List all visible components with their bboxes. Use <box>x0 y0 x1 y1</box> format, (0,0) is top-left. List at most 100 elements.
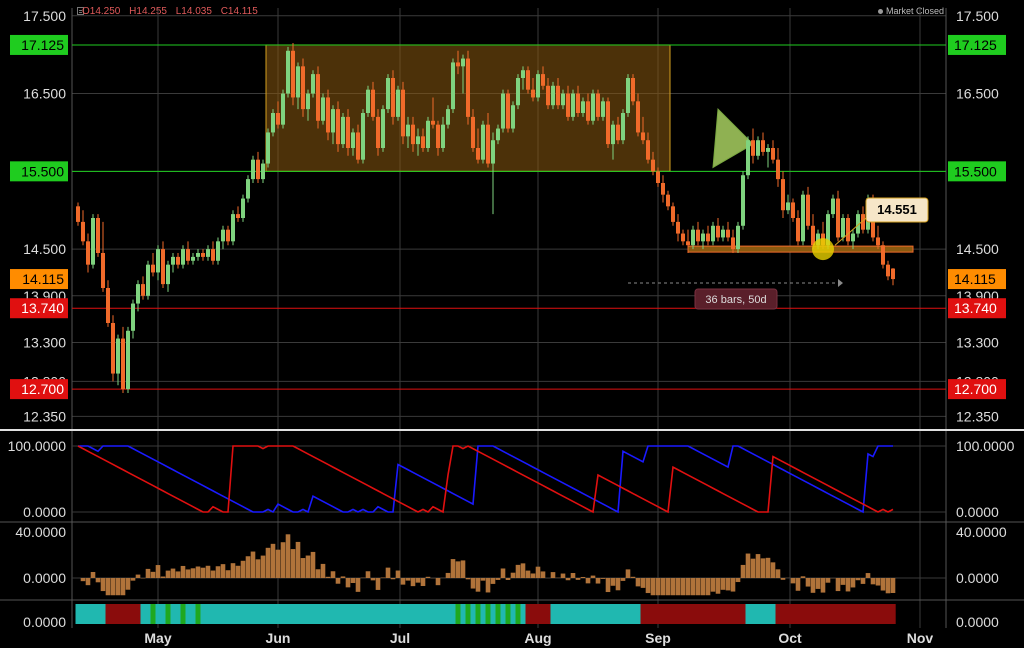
candle-body <box>301 66 305 110</box>
histogram-bar <box>750 558 756 578</box>
price-tick-right: 16.500 <box>956 86 999 102</box>
ribbon-cell <box>625 604 631 624</box>
ribbon-cell <box>705 604 711 624</box>
candle-body <box>111 323 115 374</box>
ribbon-cell <box>800 604 806 624</box>
histogram-bar <box>150 571 156 578</box>
candle-body <box>801 194 805 242</box>
histogram-bar <box>825 578 831 583</box>
histogram-bar <box>805 578 811 587</box>
candle-body <box>246 179 250 199</box>
ribbon-cell <box>500 604 506 624</box>
candle-body <box>116 338 120 374</box>
candle-body <box>496 128 500 141</box>
callout-label: 14.551 <box>877 202 917 217</box>
candle-body <box>471 116 475 148</box>
ribbon-cell <box>305 604 311 624</box>
candle-body <box>76 206 80 222</box>
histogram-bar <box>220 564 226 578</box>
candle-body <box>681 233 685 242</box>
ribbon-cell <box>460 604 466 624</box>
candle-body <box>366 89 370 113</box>
histogram-bar <box>190 568 196 578</box>
candle-body <box>606 101 610 145</box>
ribbon-cell <box>80 604 86 624</box>
histogram-bar <box>205 565 211 578</box>
ribbon-cell <box>470 604 476 624</box>
candle-body <box>106 288 110 323</box>
candle-body <box>786 202 790 211</box>
histogram-bar <box>490 578 496 584</box>
histogram-bar <box>550 572 556 578</box>
histogram-bar <box>775 569 781 578</box>
histogram-bar <box>250 551 256 578</box>
ribbon-cell <box>335 604 341 624</box>
candle-body <box>191 256 195 261</box>
candle-body <box>696 229 700 242</box>
ribbon-cell <box>715 604 721 624</box>
histogram-bar <box>625 569 631 578</box>
ribbon-cell <box>680 604 686 624</box>
ribbon-cell <box>245 604 251 624</box>
ribbon-cell <box>575 604 581 624</box>
candle-body <box>386 78 390 110</box>
candle-body <box>101 253 105 288</box>
ribbon-cell <box>150 604 156 624</box>
candle-body <box>771 148 775 160</box>
histogram-bar <box>410 578 416 587</box>
candle-body <box>686 241 690 246</box>
candle-body <box>581 101 585 113</box>
ribbon-cell <box>560 604 566 624</box>
candle-body <box>166 264 170 285</box>
candle-body <box>511 105 515 129</box>
ribbon-cell <box>700 604 706 624</box>
candle-body <box>226 229 230 242</box>
histogram-bar <box>525 570 531 578</box>
histogram-bar <box>345 578 351 588</box>
histogram-bar <box>370 578 376 581</box>
histogram-bar <box>350 578 356 583</box>
ribbon-cell <box>160 604 166 624</box>
histogram-bar <box>295 541 301 578</box>
histogram-bar <box>480 578 486 581</box>
histogram-bar <box>225 570 231 578</box>
candle-body <box>531 89 535 98</box>
ribbon-cell <box>645 604 651 624</box>
ribbon-cell <box>275 604 281 624</box>
candle-body <box>186 249 190 261</box>
histogram-bar <box>280 542 286 578</box>
histogram-bar <box>770 562 776 578</box>
candle-body <box>376 116 380 148</box>
histogram-bar <box>335 578 341 584</box>
candle-body <box>161 249 165 285</box>
histogram-bar <box>580 576 586 578</box>
candle-body <box>701 233 705 242</box>
ribbon-cell <box>505 604 511 624</box>
candle-body <box>126 330 130 390</box>
ribbon-cell <box>605 604 611 624</box>
histogram-bar <box>415 578 421 583</box>
histogram-bar <box>465 578 471 580</box>
candle-body <box>466 58 470 117</box>
candle-body <box>656 171 660 183</box>
stoch-line-red <box>77 445 894 514</box>
x-axis-label: Oct <box>778 630 802 646</box>
candle-body <box>356 132 360 160</box>
ribbon-cell <box>170 604 176 624</box>
histogram-bar <box>700 578 706 596</box>
candle-body <box>726 229 730 238</box>
histogram-bar <box>115 578 121 596</box>
candle-body <box>636 101 640 133</box>
ribbon-cell <box>435 604 441 624</box>
histogram-bar <box>455 561 461 578</box>
price-chart[interactable]: 14.551 36 bars, 50d 17.500 17.500 16.500 16.5… <box>0 0 1024 648</box>
histogram-bar <box>850 578 856 588</box>
price-tick-left: 13.300 <box>23 334 66 350</box>
x-axis-label: Jul <box>390 630 410 646</box>
histogram-bar <box>165 570 171 578</box>
histogram-bar <box>790 578 796 584</box>
ribbon-cell <box>155 604 161 624</box>
histogram-bar <box>85 578 91 586</box>
candle-body <box>746 140 750 176</box>
histogram-bar <box>610 578 616 586</box>
